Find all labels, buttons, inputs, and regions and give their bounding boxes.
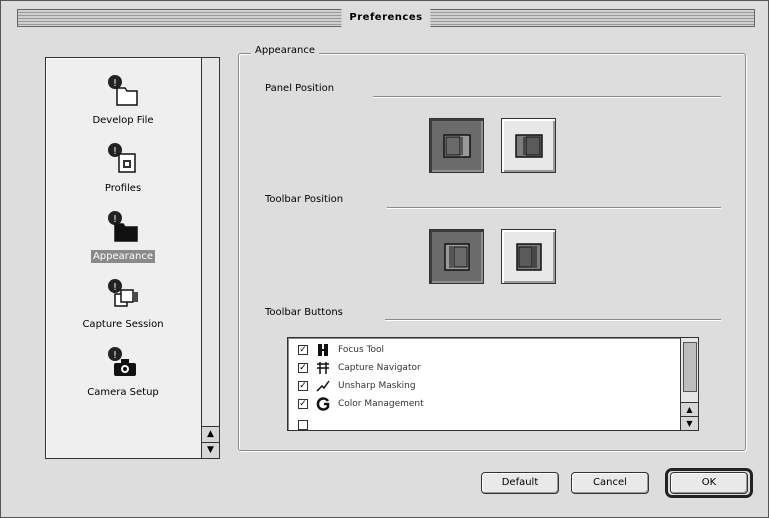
panel-left-button[interactable]	[429, 118, 484, 173]
cancel-button[interactable]: Cancel	[571, 472, 649, 494]
list-item-partial	[298, 416, 316, 430]
section-divider	[387, 207, 721, 208]
appearance-group-title: Appearance	[251, 45, 320, 56]
toolbar-left-icon	[444, 243, 470, 271]
checkbox-checked[interactable]: ✓	[298, 381, 308, 391]
preferences-sidebar: ! Develop File ! Profiles ! Appearance !…	[45, 57, 220, 459]
panel-right-button[interactable]	[501, 118, 556, 173]
list-item[interactable]: ✓ Focus Tool	[298, 341, 384, 359]
scroll-down-arrow-icon[interactable]: ▼	[202, 442, 219, 458]
title-bar[interactable]: Preferences	[17, 9, 755, 27]
sidebar-item-label: Profiles	[104, 183, 142, 194]
list-item[interactable]: ✓ Capture Navigator	[298, 359, 421, 377]
panel-position-label: Panel Position	[265, 83, 341, 94]
svg-text:!: !	[113, 282, 117, 293]
list-item-label: Color Management	[338, 399, 424, 409]
toolbar-right-button[interactable]	[501, 229, 556, 284]
sidebar-item-profiles[interactable]: ! Profiles	[46, 140, 200, 195]
svg-text:!: !	[113, 146, 117, 157]
scroll-up-arrow-icon[interactable]: ▲	[202, 426, 219, 442]
svg-text:!: !	[113, 350, 117, 361]
list-item-label: Capture Navigator	[338, 363, 421, 373]
toolbar-right-icon	[516, 243, 542, 271]
scroll-up-arrow-icon[interactable]: ▲	[681, 402, 698, 416]
list-item[interactable]: ✓ Unsharp Masking	[298, 377, 416, 395]
checkbox-checked[interactable]: ✓	[298, 345, 308, 355]
sidebar-item-label: Appearance	[90, 250, 156, 263]
appearance-folder-icon: !	[105, 208, 141, 244]
folder-icon: !	[105, 72, 141, 108]
sidebar-item-develop-file[interactable]: ! Develop File	[46, 72, 200, 127]
sidebar-scrollbar[interactable]: ▲ ▼	[201, 58, 219, 458]
sidebar-list: ! Develop File ! Profiles ! Appearance !…	[46, 58, 200, 458]
list-item-label: Unsharp Masking	[338, 381, 416, 391]
focus-tool-icon	[316, 343, 330, 357]
sidebar-item-appearance[interactable]: ! Appearance	[46, 208, 200, 263]
toolbar-left-button[interactable]	[429, 229, 484, 284]
list-scrollbar[interactable]: ▲ ▼	[680, 338, 698, 430]
sidebar-item-label: Capture Session	[82, 319, 164, 330]
sidebar-item-label: Develop File	[92, 115, 154, 126]
sidebar-item-label: Camera Setup	[87, 387, 159, 398]
color-management-icon	[316, 397, 330, 411]
toolbar-buttons-list[interactable]: ✓ Focus Tool ✓ Capture Navigator ✓ Unsha…	[287, 337, 699, 431]
section-divider	[385, 319, 721, 320]
camera-icon: !	[105, 344, 141, 380]
toolbar-position-label: Toolbar Position	[265, 194, 350, 205]
sidebar-item-capture-session[interactable]: ! Capture Session	[46, 276, 200, 331]
default-button[interactable]: Default	[481, 472, 559, 494]
checkbox-checked	[298, 420, 308, 430]
panel-right-icon	[515, 134, 543, 158]
list-item-label: Focus Tool	[338, 345, 385, 355]
toolbar-buttons-label: Toolbar Buttons	[265, 307, 349, 318]
list-item[interactable]: ✓ Color Management	[298, 395, 424, 413]
ok-button[interactable]: OK	[670, 472, 748, 494]
section-divider	[373, 96, 721, 97]
capture-navigator-icon	[316, 361, 330, 375]
scroll-thumb[interactable]	[683, 342, 697, 392]
window-title: Preferences	[341, 9, 431, 27]
checkbox-checked[interactable]: ✓	[298, 363, 308, 373]
profile-document-icon: !	[105, 140, 141, 176]
sidebar-item-camera-setup[interactable]: ! Camera Setup	[46, 344, 200, 399]
scroll-down-arrow-icon[interactable]: ▼	[681, 416, 698, 430]
capture-session-icon: !	[105, 276, 141, 312]
unsharp-masking-icon	[316, 379, 330, 393]
preferences-window: Preferences ! Develop File ! Profiles ! …	[0, 0, 769, 518]
checkbox-checked[interactable]: ✓	[298, 399, 308, 409]
panel-left-icon	[443, 134, 471, 158]
